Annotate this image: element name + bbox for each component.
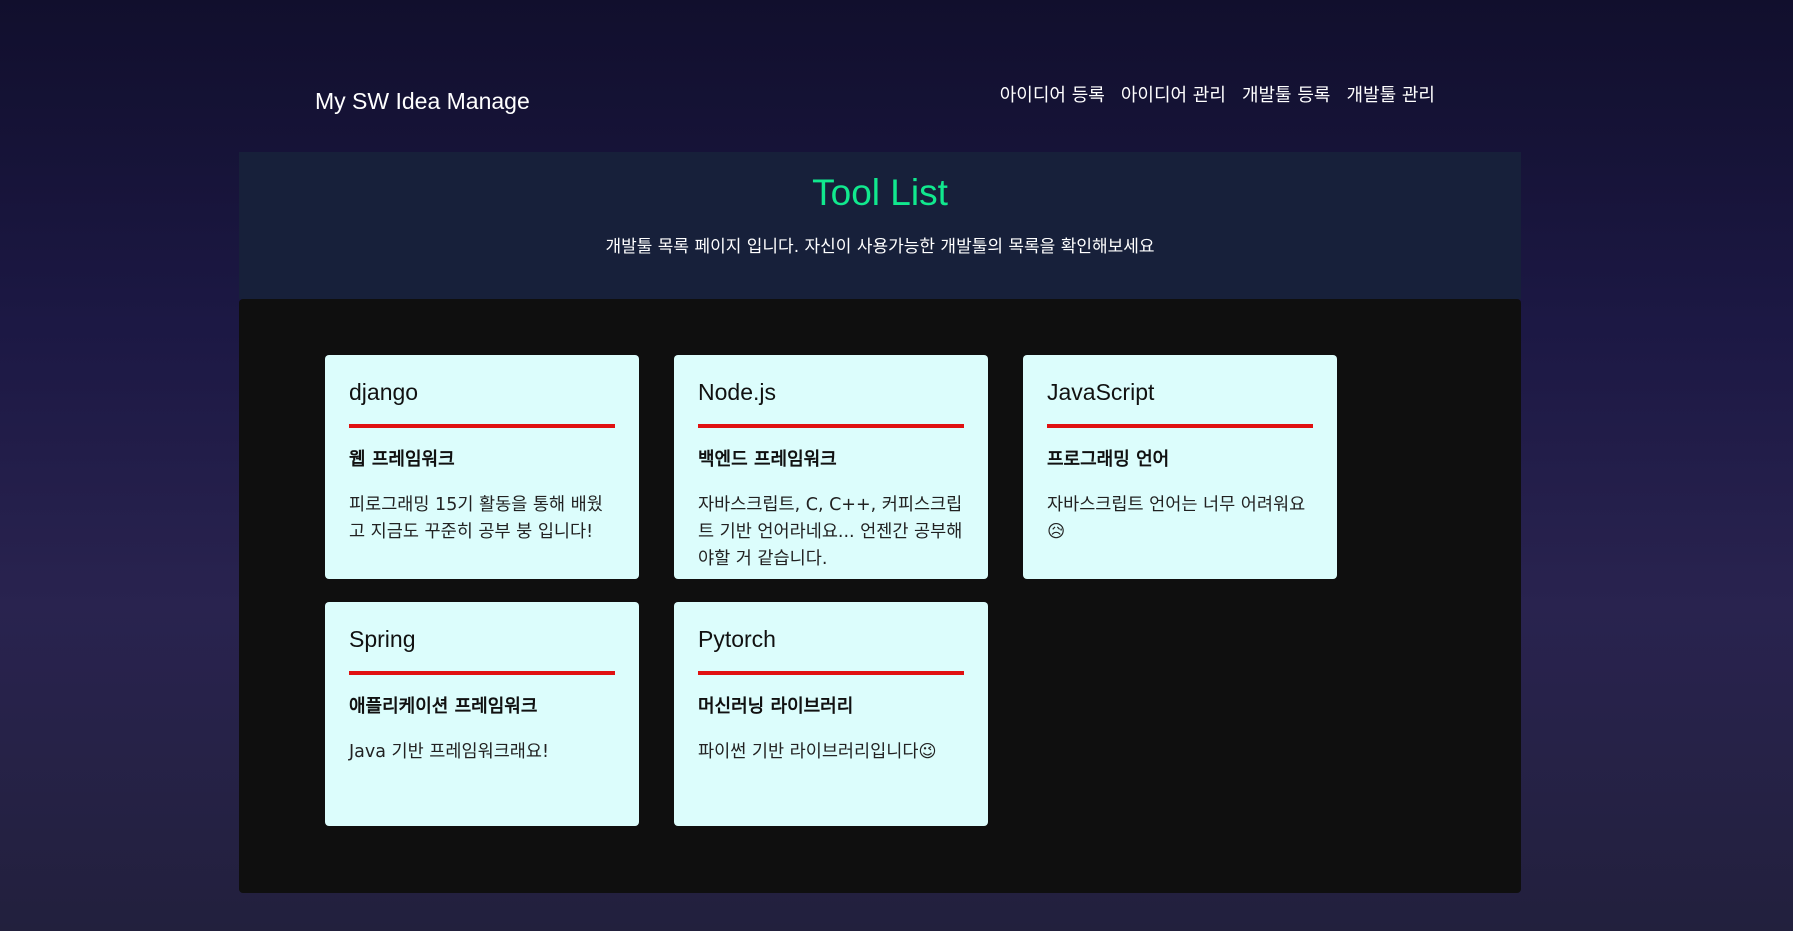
navbar: My SW Idea Manage 아이디어 등록 아이디어 관리 개발툴 등록… [315, 84, 1435, 124]
tool-card-category: 백엔드 프레임워크 [698, 449, 837, 470]
tool-card-category: 애플리케이션 프레임워크 [349, 696, 538, 717]
tool-list-panel: django 웹 프레임워크 피로그래밍 15기 활동을 통해 배웠고 지금도 … [239, 299, 1521, 893]
nav-link-tool-manage[interactable]: 개발툴 관리 [1346, 84, 1435, 108]
tool-card-description: Java 기반 프레임워크래요! [349, 742, 550, 762]
hero-banner: Tool List 개발툴 목록 페이지 입니다. 자신이 사용가능한 개발툴의… [239, 152, 1521, 299]
tool-card-description: 파이썬 기반 라이브러리입니다😉 [698, 742, 937, 762]
card-divider [698, 424, 964, 428]
tool-card-category: 웹 프레임워크 [349, 449, 455, 470]
tool-card-nodejs[interactable]: Node.js 백엔드 프레임워크 자바스크립트, C, C++, 커피스크립트… [674, 355, 988, 579]
tool-card-title: Pytorch [698, 626, 776, 652]
tool-card-title: Spring [349, 626, 416, 652]
card-divider [349, 671, 615, 675]
page-title: Tool List [812, 172, 948, 213]
nav-link-tool-register[interactable]: 개발툴 등록 [1242, 84, 1331, 108]
card-divider [1047, 424, 1313, 428]
tool-card-title: JavaScript [1047, 379, 1155, 405]
tool-card-title: Node.js [698, 379, 776, 405]
card-divider [698, 671, 964, 675]
tool-card-title: django [349, 379, 419, 405]
tool-card-category: 프로그래밍 언어 [1047, 449, 1170, 470]
tool-card-django[interactable]: django 웹 프레임워크 피로그래밍 15기 활동을 통해 배웠고 지금도 … [325, 355, 639, 579]
brand-logo-link[interactable]: My SW Idea Manage [315, 88, 530, 115]
card-divider [349, 424, 615, 428]
tool-card-category: 머신러닝 라이브러리 [698, 696, 854, 717]
nav-link-idea-register[interactable]: 아이디어 등록 [1000, 84, 1105, 108]
tool-card-javascript[interactable]: JavaScript 프로그래밍 언어 자바스크립트 언어는 너무 어려워요😥 [1023, 355, 1337, 579]
page-subtitle: 개발툴 목록 페이지 입니다. 자신이 사용가능한 개발툴의 목록을 확인해보세… [605, 237, 1155, 257]
tool-card-pytorch[interactable]: Pytorch 머신러닝 라이브러리 파이썬 기반 라이브러리입니다😉 [674, 602, 988, 826]
tool-card-spring[interactable]: Spring 애플리케이션 프레임워크 Java 기반 프레임워크래요! [325, 602, 639, 826]
nav-link-idea-manage[interactable]: 아이디어 관리 [1121, 84, 1226, 108]
tool-card-description: 피로그래밍 15기 활동을 통해 배웠고 지금도 꾸준히 공부 붕 입니다! [349, 495, 603, 542]
tool-card-description: 자바스크립트, C, C++, 커피스크립트 기반 언어라네요... 언젠간 공… [698, 495, 963, 569]
nav-links: 아이디어 등록 아이디어 관리 개발툴 등록 개발툴 관리 [1000, 84, 1435, 108]
tool-card-description: 자바스크립트 언어는 너무 어려워요😥 [1047, 495, 1306, 542]
